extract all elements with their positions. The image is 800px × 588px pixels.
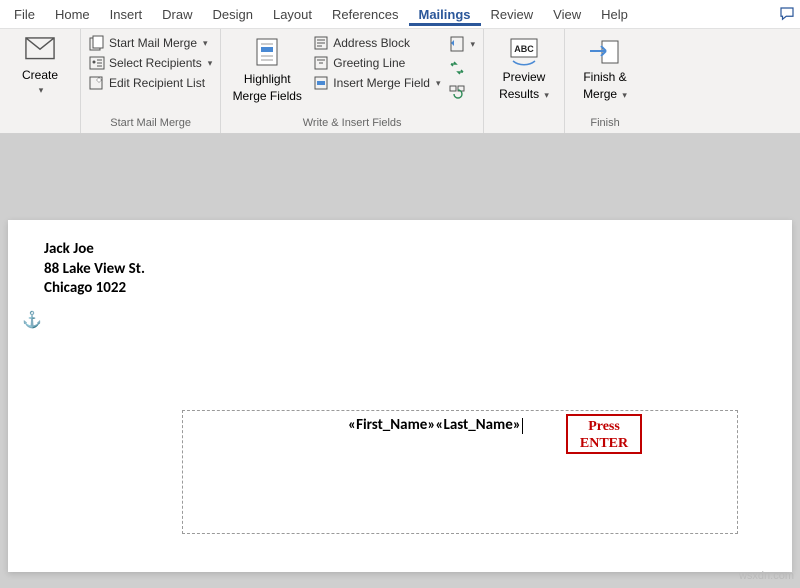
menu-view[interactable]: View [543,3,591,26]
rules-icon [448,35,466,53]
comment-icon[interactable] [778,5,796,23]
chevron-down-icon: ▾ [203,38,208,49]
menu-layout[interactable]: Layout [263,3,322,26]
menu-file[interactable]: File [4,3,45,26]
group-start-mail-merge: Start Mail Merge ▾ Select Recipients ▾ E… [81,29,221,133]
finish-merge-button[interactable]: Finish & Merge ▾ [573,33,637,105]
return-address-city: Chicago 1022 [44,279,145,299]
edit-recipient-list-button[interactable]: Edit Recipient List [89,75,212,91]
group-write-insert: Highlight Merge Fields Address Block Gre… [221,29,484,133]
select-recipients-button[interactable]: Select Recipients ▾ [89,55,212,71]
menu-mailings[interactable]: Mailings [409,3,481,26]
group-label-write-insert: Write & Insert Fields [229,115,475,133]
greeting-line-button[interactable]: Greeting Line [313,55,440,71]
match-fields-icon [448,59,466,77]
chevron-down-icon: ▾ [544,90,549,100]
finish-merge-icon [588,37,622,67]
menu-design[interactable]: Design [203,3,263,26]
ribbon: Create ▾ Start Mail Merge ▾ [0,29,800,134]
group-label-finish: Finish [573,115,637,133]
match-fields-button[interactable] [448,59,475,77]
menu-review[interactable]: Review [481,3,544,26]
return-address[interactable]: Jack Joe 88 Lake View St. Chicago 1022 [44,240,145,299]
update-labels-icon [448,83,466,101]
chevron-down-icon: ▾ [208,58,213,69]
group-create: Create ▾ [0,29,81,133]
edit-list-icon [89,75,105,91]
insert-field-icon [313,75,329,91]
highlight-merge-fields-button[interactable]: Highlight Merge Fields [229,33,305,107]
chevron-down-icon: ▾ [436,78,441,89]
menu-draw[interactable]: Draw [152,3,202,26]
document-area: Jack Joe 88 Lake View St. Chicago 1022 ⚓… [0,134,800,588]
anchor-icon: ⚓ [22,310,42,330]
chevron-down-icon: ▾ [39,86,44,96]
people-list-icon [89,55,105,71]
envelope-page[interactable]: Jack Joe 88 Lake View St. Chicago 1022 ⚓… [8,220,792,572]
create-button[interactable]: Create ▾ [8,33,72,100]
menu-bar: File Home Insert Draw Design Layout Refe… [0,0,800,29]
preview-results-button[interactable]: ABC Preview Results ▾ [492,33,556,105]
merge-field-text[interactable]: «First_Name»«Last_Name» [348,416,523,434]
start-mail-merge-button[interactable]: Start Mail Merge ▾ [89,35,212,51]
abc-preview-icon: ABC [507,37,541,67]
group-label-start: Start Mail Merge [89,115,212,133]
envelope-icon [25,37,55,65]
address-block-icon [313,35,329,51]
create-label: Create [22,69,58,82]
group-preview: ABC Preview Results ▾ [484,29,565,133]
menu-help[interactable]: Help [591,3,638,26]
greeting-line-icon [313,55,329,71]
group-label-preview [492,115,556,133]
document-stack-icon [89,35,105,51]
return-address-street: 88 Lake View St. [44,260,145,280]
chevron-down-icon: ▾ [622,90,627,100]
chevron-down-icon: ▾ [470,39,475,50]
text-cursor [522,418,523,434]
menu-insert[interactable]: Insert [100,3,153,26]
address-block-button[interactable]: Address Block [313,35,440,51]
update-labels-button[interactable] [448,83,475,101]
svg-text:ABC: ABC [514,44,534,54]
menu-home[interactable]: Home [45,3,100,26]
group-finish: Finish & Merge ▾ Finish [565,29,645,133]
press-enter-callout: Press ENTER [566,414,642,454]
highlight-doc-icon [251,37,283,69]
watermark: wsxdn.com [739,570,794,582]
menu-references[interactable]: References [322,3,408,26]
return-address-name: Jack Joe [44,240,145,260]
insert-merge-field-button[interactable]: Insert Merge Field ▾ [313,75,440,91]
rules-button[interactable]: ▾ [448,35,475,53]
group-label-create [8,115,72,133]
